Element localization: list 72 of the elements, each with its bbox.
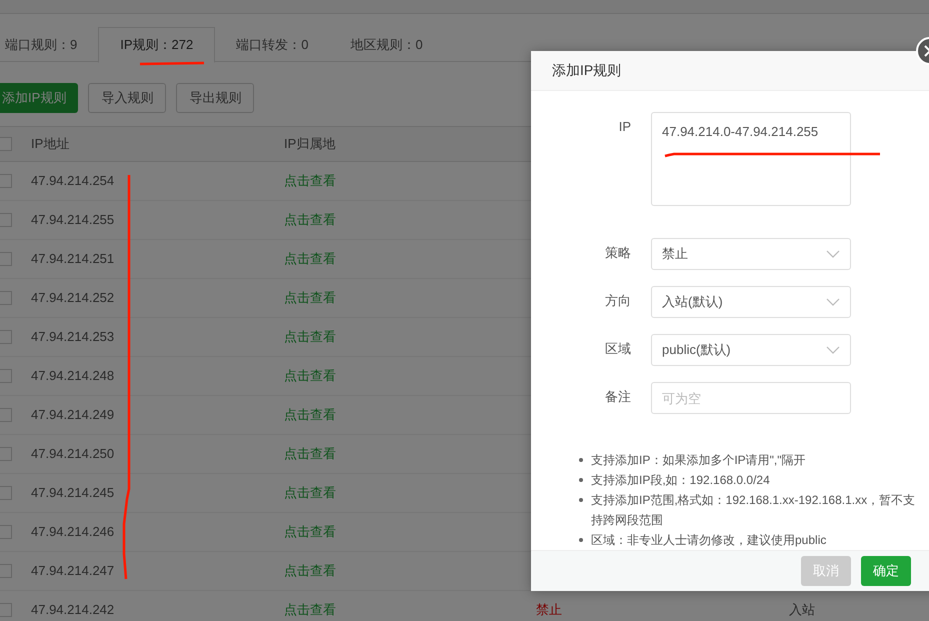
table-cell: 47.94.214.247 — [31, 563, 114, 578]
checkbox[interactable] — [0, 603, 12, 617]
tab[interactable]: 端口规则：9 — [0, 27, 98, 62]
chevron-down-icon — [826, 346, 840, 354]
table-cell: 47.94.214.249 — [31, 407, 114, 422]
bullet-icon — [579, 458, 583, 462]
checkbox[interactable] — [0, 252, 12, 266]
checkbox[interactable] — [0, 291, 12, 305]
column-header: IP归属地 — [284, 135, 336, 154]
select-field[interactable]: 禁止 — [651, 238, 851, 270]
table-cell-text: 入站 — [789, 601, 815, 620]
select-field[interactable]: 入站(默认) — [651, 286, 851, 318]
checkbox[interactable] — [0, 408, 12, 422]
checkbox[interactable] — [0, 486, 12, 500]
bullet-icon — [579, 538, 583, 542]
table-cell: 47.94.214.245 — [31, 485, 114, 500]
field-label: 策略 — [605, 245, 631, 262]
chevron-down-icon — [826, 298, 840, 306]
table-cell: 47.94.214.255 — [31, 212, 114, 227]
help-text: 支持添加IP：如果添加多个IP请用","隔开 — [591, 452, 806, 470]
help-text: 区域：非专业人士请勿修改，建议使用public — [591, 532, 826, 550]
help-text: 支持添加IP段,如：192.168.0.0/24 — [591, 472, 770, 490]
table-cell: 47.94.214.246 — [31, 524, 114, 539]
remark-field[interactable]: 可为空 — [651, 382, 851, 414]
dialog-title: 添加IP规则 — [552, 61, 622, 80]
annotation-underline — [139, 61, 205, 66]
tab[interactable]: 端口转发：0 — [215, 27, 330, 62]
field-label: IP — [618, 119, 631, 136]
add-rule-button[interactable]: 添加IP规则 — [0, 83, 78, 113]
table-cell: 47.94.214.248 — [31, 368, 114, 383]
select-field[interactable]: public(默认) — [651, 334, 851, 366]
field-label: 备注 — [605, 389, 631, 406]
checkbox[interactable] — [0, 369, 12, 383]
checkbox[interactable] — [0, 213, 12, 227]
checkbox[interactable] — [0, 564, 12, 578]
tab[interactable]: IP规则：272 — [98, 27, 216, 63]
location-link[interactable]: 点击查看 — [284, 563, 336, 578]
tab[interactable]: 地区规则：0 — [329, 27, 444, 62]
location-link[interactable]: 点击查看 — [284, 329, 336, 344]
table-cell: 47.94.214.254 — [31, 173, 114, 188]
checkbox[interactable] — [0, 330, 12, 344]
field-label: 方向 — [605, 293, 631, 310]
checkbox[interactable] — [0, 525, 12, 539]
help-text: 支持添加IP范围,格式如：192.168.1.xx-192.168.1.xx，暂不支持跨网段范围 — [591, 492, 916, 530]
toolbar-button[interactable]: 导出规则 — [176, 83, 254, 113]
chevron-down-icon — [826, 250, 840, 258]
table-cell: 47.94.214.251 — [31, 251, 114, 266]
table-cell: 47.94.214.250 — [31, 446, 114, 461]
table-cell: 47.94.214.252 — [31, 290, 114, 305]
location-link[interactable]: 点击查看 — [284, 602, 336, 617]
table-cell: 47.94.214.253 — [31, 329, 114, 344]
table-cell: 禁止 — [536, 602, 562, 617]
location-link[interactable]: 点击查看 — [284, 407, 336, 422]
ip-textarea[interactable]: 47.94.214.0-47.94.214.255 — [651, 112, 851, 206]
column-header: IP地址 — [31, 136, 70, 151]
checkbox[interactable] — [0, 447, 12, 461]
location-link[interactable]: 点击查看 — [284, 251, 336, 266]
table-cell: 47.94.214.242 — [31, 602, 114, 617]
toolbar-button[interactable]: 导入规则 — [88, 83, 166, 113]
field-label: 区域 — [605, 341, 631, 358]
location-link[interactable]: 点击查看 — [284, 485, 336, 500]
checkbox[interactable] — [0, 174, 12, 188]
location-link[interactable]: 点击查看 — [284, 524, 336, 539]
location-link[interactable]: 点击查看 — [284, 290, 336, 305]
location-link[interactable]: 点击查看 — [284, 368, 336, 383]
checkbox[interactable] — [0, 137, 12, 151]
confirm-button[interactable]: 确定 — [861, 556, 911, 586]
location-link[interactable]: 点击查看 — [284, 212, 336, 227]
location-link[interactable]: 点击查看 — [284, 446, 336, 461]
bullet-icon — [579, 478, 583, 482]
location-link[interactable]: 点击查看 — [284, 173, 336, 188]
bullet-icon — [579, 498, 583, 502]
